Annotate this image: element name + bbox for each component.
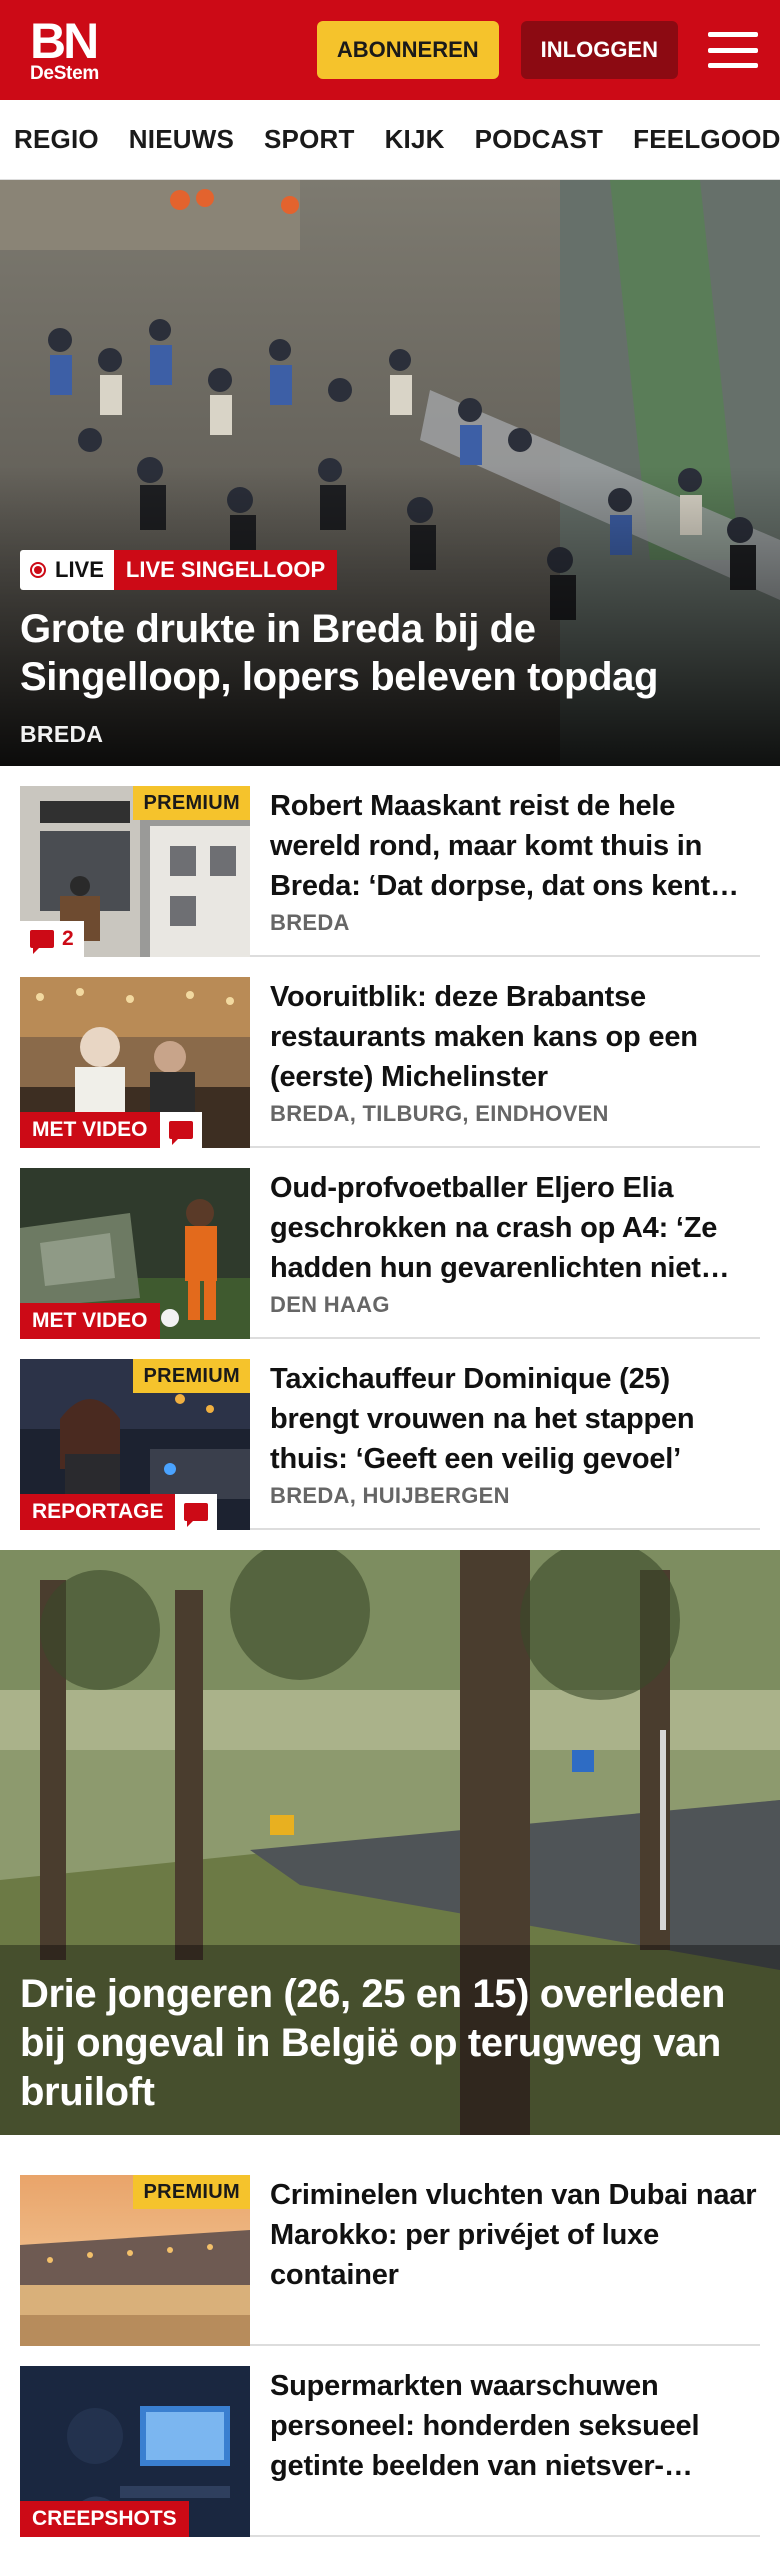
featured-text: Drie jongeren (26, 25 en 15) overleden b… — [20, 1970, 750, 2117]
logo-sub-text: DeStem — [30, 62, 99, 84]
comment-icon — [168, 1121, 193, 1145]
nav-item-podcast[interactable]: PODCAST — [475, 124, 604, 155]
article-title[interactable]: Criminelen vluchten van Dubai naar Marok… — [270, 2175, 760, 2295]
list-item[interactable]: PREMIUM 2 Robert Maaskant reist de hele … — [20, 766, 760, 957]
live-tag-badge[interactable]: LIVE SINGELLOOP — [113, 550, 338, 590]
comment-icon — [184, 1503, 209, 1527]
nav-item-nieuws[interactable]: NIEUWS — [129, 124, 234, 155]
featured-headline[interactable]: Drie jongeren (26, 25 en 15) overleden b… — [20, 1970, 750, 2117]
premium-badge: PREMIUM — [133, 1359, 250, 1393]
article-title[interactable]: Supermarkten waarschuwen personeel: hond… — [270, 2366, 760, 2486]
reportage-tag: REPORTAGE — [20, 1494, 176, 1530]
article-title[interactable]: Taxichauffeur Dominique (25) brengt vrou… — [270, 1359, 760, 1479]
hero-labels: LIVE LIVE SINGELLOOP — [20, 550, 338, 590]
comment-indicator[interactable] — [175, 1494, 218, 1530]
comment-count-value: 2 — [62, 927, 74, 950]
article-list-2: PREMIUM Criminelen vluchten van Dubai na… — [0, 2135, 780, 2537]
article-thumbnail: PREMIUM 2 — [20, 786, 250, 957]
article-text: Robert Maaskant reist de hele wereld ron… — [250, 786, 760, 935]
live-badge-label: LIVE — [55, 557, 104, 582]
article-location: DEN HAAG — [270, 1292, 390, 1317]
comment-count[interactable]: 2 — [20, 921, 84, 957]
article-list: PREMIUM 2 Robert Maaskant reist de hele … — [0, 766, 780, 1530]
premium-badge: PREMIUM — [133, 2175, 250, 2209]
article-location: BREDA — [270, 910, 350, 935]
comment-icon — [30, 930, 54, 954]
article-thumbnail: MET VIDEO — [20, 1168, 250, 1339]
article-text: Supermarkten waarschuwen personeel: hond… — [250, 2366, 760, 2515]
nav-item-regio[interactable]: REGIO — [14, 124, 99, 155]
list-item[interactable]: PREMIUM Criminelen vluchten van Dubai na… — [20, 2155, 760, 2346]
article-thumbnail: PREMIUM — [20, 2175, 250, 2346]
nav-item-kijk[interactable]: KIJK — [385, 124, 445, 155]
section-nav: REGIO NIEUWS SPORT KIJK PODCAST FEELGOOD — [0, 100, 780, 180]
thumbnail-label: CREEPSHOTS — [20, 2501, 189, 2537]
creepshots-tag: CREEPSHOTS — [20, 2501, 189, 2537]
article-location: BREDA, HUIJBERGEN — [270, 1483, 510, 1508]
article-thumbnail: MET VIDEO — [20, 977, 250, 1148]
hero-article[interactable]: LIVE LIVE SINGELLOOP Grote drukte in Bre… — [0, 180, 780, 766]
video-tag: MET VIDEO — [20, 1112, 160, 1148]
video-tag: MET VIDEO — [20, 1303, 160, 1339]
logo-main-text: BN — [30, 12, 99, 69]
subscribe-button[interactable]: ABONNEREN — [316, 21, 499, 79]
site-logo[interactable]: BN DeStem — [30, 12, 99, 84]
thumbnail-label: MET VIDEO — [20, 1303, 160, 1339]
article-text: Criminelen vluchten van Dubai naar Marok… — [250, 2175, 760, 2324]
article-text: Vooruitblik: deze Brabantse restaurants … — [250, 977, 760, 1126]
list-item[interactable]: PREMIUM REPORTAGE Taxichauffeur Dominiqu… — [20, 1339, 760, 1530]
article-location: BREDA, TILBURG, EINDHOVEN — [270, 1101, 609, 1126]
hero-headline[interactable]: Grote drukte in Breda bij de Singelloop,… — [20, 605, 750, 701]
thumbnail-label: REPORTAGE — [20, 1494, 218, 1530]
comment-indicator[interactable] — [159, 1112, 202, 1148]
live-badge: LIVE — [20, 550, 114, 590]
article-title[interactable]: Vooruitblik: deze Brabantse restaurants … — [270, 977, 760, 1097]
live-dot-icon — [30, 562, 46, 578]
list-item[interactable]: CREEPSHOTS Supermarkten waarschuwen pers… — [20, 2346, 760, 2537]
premium-badge: PREMIUM — [133, 786, 250, 820]
thumbnail-label: MET VIDEO — [20, 1112, 202, 1148]
nav-item-feelgood[interactable]: FEELGOOD — [633, 124, 780, 155]
login-button[interactable]: INLOGGEN — [520, 21, 678, 79]
featured-article[interactable]: Drie jongeren (26, 25 en 15) overleden b… — [0, 1550, 780, 2135]
article-title[interactable]: Oud-profvoetballer Eljero Elia geschrokk… — [270, 1168, 760, 1288]
hamburger-menu-icon[interactable] — [708, 28, 758, 72]
article-thumbnail: CREEPSHOTS — [20, 2366, 250, 2537]
article-title[interactable]: Robert Maaskant reist de hele wereld ron… — [270, 786, 760, 906]
article-text: Oud-profvoetballer Eljero Elia geschrokk… — [250, 1168, 760, 1317]
article-text: Taxichauffeur Dominique (25) brengt vrou… — [250, 1359, 760, 1508]
site-header: BN DeStem ABONNEREN INLOGGEN — [0, 0, 780, 100]
list-item[interactable]: MET VIDEO Vooruitblik: deze Brabantse re… — [20, 957, 760, 1148]
nav-item-sport[interactable]: SPORT — [264, 124, 355, 155]
hero-location: BREDA — [20, 721, 104, 747]
list-item[interactable]: MET VIDEO Oud-profvoetballer Eljero Elia… — [20, 1148, 760, 1339]
article-thumbnail: PREMIUM REPORTAGE — [20, 1359, 250, 1530]
hero-text: Grote drukte in Breda bij de Singelloop,… — [20, 605, 750, 748]
